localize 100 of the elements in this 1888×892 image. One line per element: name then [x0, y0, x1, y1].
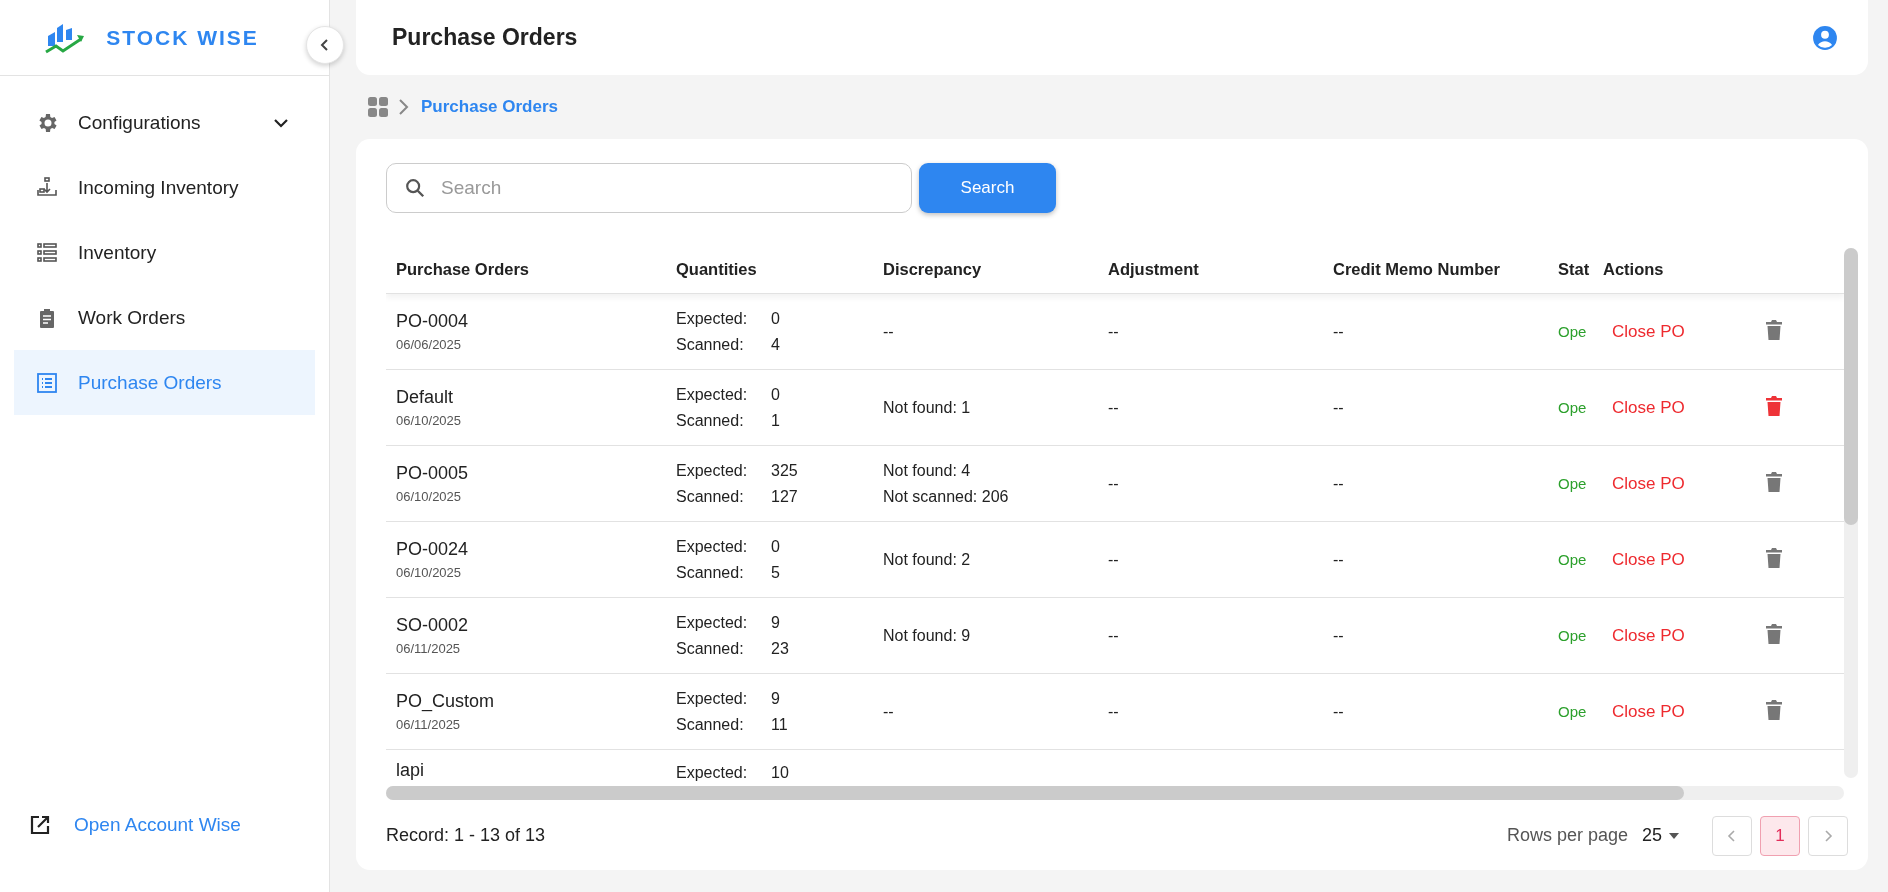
- discrepancy-text: Not found: 9: [883, 625, 972, 646]
- chevron-left-icon: [319, 38, 331, 52]
- order-date: 06/10/2025: [396, 489, 463, 504]
- grid-icon[interactable]: [367, 96, 389, 118]
- credit-memo-text: --: [1333, 474, 1344, 492]
- discrepancy-text: Not found: 2: [883, 549, 972, 570]
- horizontal-scrollbar[interactable]: [386, 786, 1844, 800]
- trash-icon[interactable]: [1765, 622, 1783, 645]
- quantity-label: Expected:: [676, 308, 749, 329]
- quantity-label: Expected:: [676, 763, 749, 783]
- quantity-value: 0: [771, 536, 780, 557]
- close-po-link[interactable]: Close PO: [1603, 473, 1685, 493]
- discrepancy-text: Not found: 1: [883, 397, 972, 418]
- trash-icon[interactable]: [1765, 470, 1783, 493]
- quantity-label: Expected:: [676, 688, 749, 709]
- credit-memo-text: --: [1333, 322, 1344, 340]
- adjustment-text: --: [1108, 474, 1119, 492]
- trash-icon[interactable]: [1765, 698, 1783, 721]
- breadcrumb-current[interactable]: Purchase Orders: [421, 97, 558, 117]
- list-icon: [35, 240, 59, 265]
- chevron-left-icon: [1727, 828, 1737, 843]
- adjustment-text: --: [1108, 322, 1119, 340]
- rows-per-page-label: Rows per page: [1506, 825, 1628, 846]
- quantity-label: Expected:: [676, 536, 749, 557]
- status-text: Ope: [1558, 550, 1587, 568]
- quantity-value: 127: [771, 486, 798, 507]
- adjustment-text: --: [1108, 550, 1119, 568]
- column-header: Discrepancy: [883, 260, 982, 278]
- close-po-link[interactable]: Close PO: [1603, 397, 1685, 417]
- order-name: PO-0005: [396, 463, 470, 484]
- order-name: PO-0004: [396, 311, 470, 332]
- discrepancy-text: --: [883, 701, 895, 722]
- quantity-label: Scanned:: [676, 486, 745, 507]
- close-po-link[interactable]: Close PO: [1603, 701, 1685, 721]
- external-link-icon: [28, 813, 52, 837]
- credit-memo-text: --: [1333, 398, 1344, 416]
- quantity-label: Scanned:: [676, 714, 745, 735]
- quantity-value: 0: [771, 308, 780, 329]
- order-name: SO-0002: [396, 615, 470, 636]
- page-button[interactable]: 1: [1760, 815, 1800, 856]
- close-po-link[interactable]: Close PO: [1603, 625, 1685, 645]
- order-date: 06/11/2025: [396, 717, 462, 732]
- record-count: Record: 1 - 13 of 13: [386, 825, 546, 846]
- quantity-label: Scanned:: [676, 410, 745, 431]
- rows-per-page-select[interactable]: 25: [1641, 825, 1680, 846]
- caret-down-icon: [1668, 831, 1680, 840]
- order-name: PO_Custom: [396, 691, 496, 712]
- logo-text: STOCK WISE: [106, 25, 259, 50]
- user-avatar-icon[interactable]: [1812, 24, 1838, 51]
- order-name: lapi: [396, 760, 426, 781]
- order-name: PO-0024: [396, 539, 470, 560]
- sidebar-item[interactable]: Inventory: [14, 220, 315, 285]
- quantity-value: 9: [771, 688, 780, 709]
- chevron-down-icon: [273, 117, 289, 128]
- chevron-right-icon: [1823, 828, 1833, 843]
- sidebar-item[interactable]: Configurations: [14, 90, 315, 155]
- status-text: Ope: [1558, 322, 1587, 340]
- discrepancy-text: --: [883, 321, 895, 342]
- quantity-label: Scanned:: [676, 562, 745, 583]
- sidebar-item[interactable]: Incoming Inventory: [14, 155, 315, 220]
- adjustment-text: --: [1108, 626, 1119, 644]
- quantity-value: 325: [771, 460, 798, 481]
- account-link[interactable]: Open Account Wise: [74, 814, 241, 836]
- order-date: 06/06/2025: [396, 337, 463, 352]
- trash-icon[interactable]: [1765, 546, 1783, 569]
- search-field[interactable]: Search: [386, 163, 912, 213]
- status-text: Ope: [1558, 702, 1587, 720]
- quantity-label: Scanned:: [676, 638, 745, 659]
- close-po-link[interactable]: Close PO: [1603, 549, 1685, 569]
- column-header: Purchase Orders: [396, 260, 529, 278]
- order-date: 06/10/2025: [396, 413, 463, 428]
- trash-icon[interactable]: [1765, 394, 1783, 417]
- column-header: Adjustment: [1108, 260, 1199, 278]
- collapse-button[interactable]: [306, 26, 344, 64]
- credit-memo-text: --: [1333, 626, 1344, 644]
- discrepancy-text: Not scanned: 206: [883, 486, 1010, 507]
- quantity-value: 10: [771, 763, 789, 783]
- vertical-scrollbar[interactable]: [1844, 248, 1858, 778]
- credit-memo-text: --: [1333, 550, 1344, 568]
- quantity-value: 0: [771, 384, 780, 405]
- order-date: 06/11/2025: [396, 641, 462, 656]
- close-po-link[interactable]: Close PO: [1603, 321, 1685, 341]
- search-button[interactable]: Search: [919, 163, 1056, 213]
- status-text: Ope: [1558, 398, 1587, 416]
- trash-icon[interactable]: [1765, 318, 1783, 341]
- status-text: Ope: [1558, 474, 1587, 492]
- column-header: Credit Memo Number: [1333, 260, 1500, 278]
- order-name: Default: [396, 387, 455, 408]
- search-icon: [404, 177, 426, 199]
- sidebar-item[interactable]: Purchase Orders: [14, 350, 315, 415]
- sidebar-item[interactable]: Work Orders: [14, 285, 315, 350]
- discrepancy-text: Not found: 4: [883, 460, 972, 481]
- quantity-value: 1: [771, 410, 780, 431]
- adjustment-text: --: [1108, 398, 1119, 416]
- page-title: Purchase Orders: [392, 24, 578, 51]
- quantity-value: 5: [771, 562, 780, 583]
- column-header: Quantities: [676, 260, 757, 278]
- adjustment-text: --: [1108, 702, 1119, 720]
- quantity-value: 9: [771, 612, 780, 633]
- quantity-value: 11: [771, 714, 788, 735]
